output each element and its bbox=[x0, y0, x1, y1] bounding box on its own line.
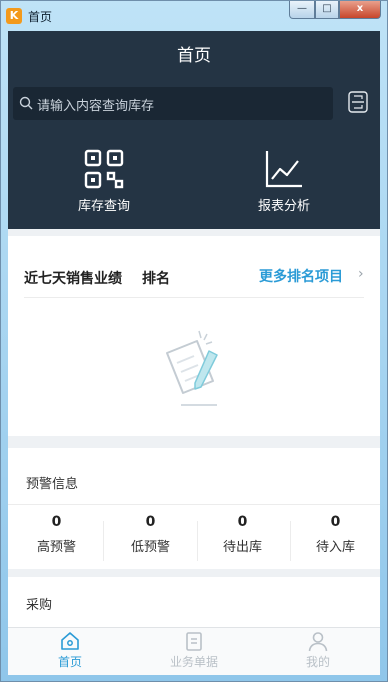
tab-business-documents[interactable]: 业务单据 bbox=[132, 630, 256, 670]
stat-high-alert[interactable]: 0 高预警 bbox=[10, 514, 103, 555]
tab-home[interactable]: 首页 bbox=[8, 630, 132, 670]
tab-business-documents-label: 业务单据 bbox=[169, 655, 218, 669]
alert-title: 预警信息 bbox=[26, 477, 79, 492]
inventory-query-label: 库存查询 bbox=[77, 199, 130, 214]
minimize-button[interactable]: — bbox=[289, 1, 315, 19]
stat-pending-inbound[interactable]: 0 待入库 bbox=[289, 514, 380, 555]
search-input[interactable]: 请输入内容查询库存 bbox=[13, 87, 333, 120]
stat-label: 高预警 bbox=[36, 540, 76, 555]
purchase-title: 采购 bbox=[26, 598, 53, 613]
divider bbox=[24, 297, 364, 298]
empty-state-icon bbox=[166, 330, 218, 406]
tab-home-label: 首页 bbox=[57, 655, 82, 669]
bottom-tab-bar: 首页 业务单据 我的 bbox=[8, 627, 380, 675]
stat-low-alert[interactable]: 0 低预警 bbox=[104, 514, 197, 555]
search-icon bbox=[19, 96, 33, 110]
scan-icon[interactable] bbox=[348, 91, 368, 113]
maximize-button[interactable]: □ bbox=[315, 1, 339, 19]
home-header: 首页 请输入内容查询库存 库存查询 报表分析 bbox=[8, 31, 380, 229]
report-analysis-label: 报表分析 bbox=[257, 199, 310, 214]
qr-code-icon bbox=[84, 149, 124, 189]
inventory-query-button[interactable]: 库存查询 bbox=[44, 149, 164, 214]
app-content: 首页 请输入内容查询库存 库存查询 报表分析 近七天销售业绩 排名 更多排名项目… bbox=[8, 31, 380, 675]
stat-pending-outbound[interactable]: 0 待出库 bbox=[196, 514, 289, 555]
close-button[interactable]: x bbox=[339, 1, 381, 19]
stat-label: 待入库 bbox=[315, 540, 355, 555]
stat-label: 待出库 bbox=[222, 540, 262, 555]
app-window: K 首页 — □ x 首页 请输入内容查询库存 库存查询 报表分析 近七天销售业… bbox=[0, 0, 388, 682]
sales-ranking-card: 近七天销售业绩 排名 更多排名项目 › bbox=[8, 236, 380, 436]
document-icon bbox=[186, 632, 202, 651]
home-icon bbox=[61, 632, 79, 650]
stat-value: 0 bbox=[51, 514, 62, 530]
user-icon bbox=[308, 632, 328, 652]
app-logo-icon: K bbox=[6, 8, 22, 24]
ranking-title: 近七天销售业绩 bbox=[24, 271, 122, 287]
chevron-right-icon[interactable]: › bbox=[358, 266, 364, 282]
stat-label: 低预警 bbox=[130, 540, 170, 555]
tab-mine-label: 我的 bbox=[305, 655, 330, 669]
stat-value: 0 bbox=[237, 514, 248, 530]
window-controls: — □ x bbox=[289, 1, 381, 21]
window-titlebar[interactable]: K 首页 — □ x bbox=[1, 1, 387, 31]
stat-value: 0 bbox=[145, 514, 156, 530]
divider bbox=[8, 504, 380, 505]
ranking-tab[interactable]: 排名 bbox=[142, 268, 170, 288]
page-title: 首页 bbox=[177, 46, 211, 66]
stat-value: 0 bbox=[330, 514, 341, 530]
alert-card: 预警信息 0 高预警 0 低预警 0 待出库 0 待入库 bbox=[8, 448, 380, 569]
search-placeholder: 请输入内容查询库存 bbox=[37, 99, 155, 114]
window-title: 首页 bbox=[28, 10, 53, 24]
line-chart-icon bbox=[265, 151, 302, 188]
report-analysis-button[interactable]: 报表分析 bbox=[224, 149, 344, 214]
tab-mine[interactable]: 我的 bbox=[256, 630, 380, 670]
more-ranking-link[interactable]: 更多排名项目 bbox=[259, 266, 343, 286]
